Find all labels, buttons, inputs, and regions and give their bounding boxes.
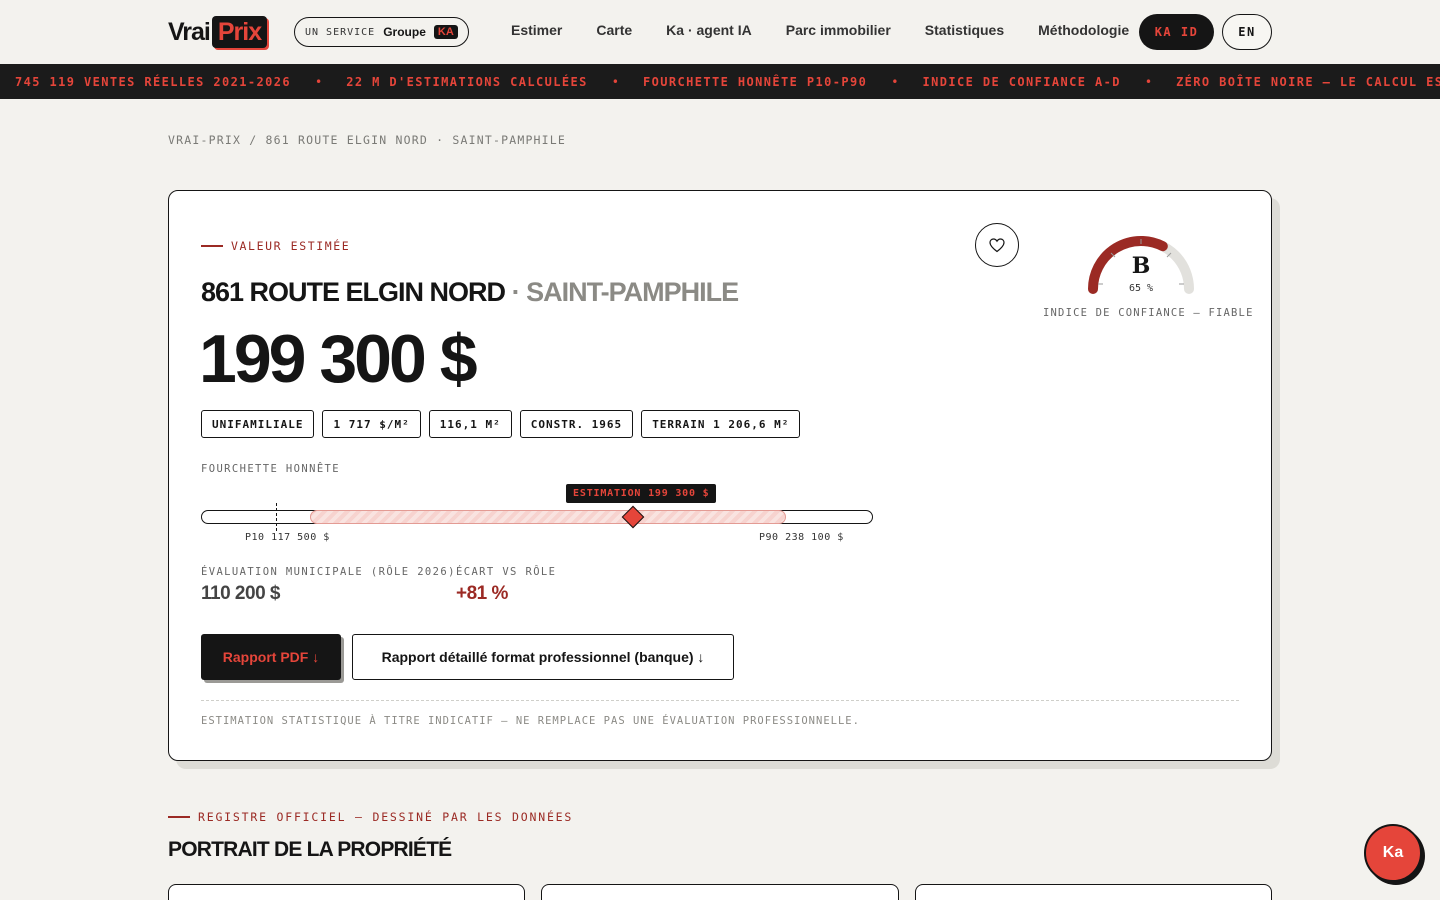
ticker-separator: •: [315, 74, 323, 89]
ticker-separator: •: [611, 74, 619, 89]
ticker-item: FOURCHETTE HONNÊTE P10-P90: [642, 74, 868, 89]
logo-prix: Prix: [211, 16, 268, 48]
ticker-item: 22 M D'ESTIMATIONS CALCULÉES: [346, 74, 588, 89]
eyebrow-line: [201, 245, 223, 247]
estimate-tag: ESTIMATION 199 300 $: [566, 484, 717, 503]
range-label: FOURCHETTE HONNÊTE: [201, 463, 340, 475]
ka-id-button[interactable]: KA ID: [1139, 14, 1214, 50]
range-p10-tick: [275, 503, 277, 531]
property-address: 861 ROUTE ELGIN NORD · SAINT-PAMPHILE: [201, 277, 739, 308]
main-nav: Estimer Carte Ka · agent IA Parc immobil…: [511, 22, 1129, 38]
estimate-card: VALEUR ESTIMÉE 861 ROUTE ELGIN NORD · SA…: [168, 190, 1272, 761]
section-eyebrow-text: REGISTRE OFFICIEL — DESSINÉ PAR LES DONN…: [198, 810, 574, 824]
ticker-banner: 745 119 VENTES RÉELLES 2021-2026 • 22 M …: [0, 64, 1440, 99]
chip-area: 116,1 M²: [428, 410, 512, 438]
municipal-value: 110 200 $: [201, 583, 280, 604]
portrait-card: [915, 884, 1272, 900]
site-header: Vrai Prix UN SERVICE Groupe KA Estimer C…: [0, 0, 1440, 64]
favorite-button[interactable]: [975, 223, 1019, 267]
confidence-grade: B: [1131, 253, 1151, 279]
logo-vrai: Vrai: [168, 17, 211, 46]
range-p10-p90-fill: [309, 510, 787, 524]
municipal-evaluation: ÉVALUATION MUNICIPALE (RÔLE 2026) 110 20…: [201, 566, 456, 605]
estimated-price: 199 300 $: [199, 321, 478, 397]
language-button[interactable]: EN: [1222, 14, 1272, 50]
service-label: UN SERVICE: [305, 26, 376, 38]
confidence-gauge: B 65 %: [1081, 227, 1201, 297]
ticker-separator: •: [891, 74, 899, 89]
heart-icon: [989, 237, 1005, 252]
nav-carte[interactable]: Carte: [596, 22, 632, 38]
portrait-card: [168, 884, 525, 900]
chip-price-per-m2: 1 717 $/M²: [322, 410, 421, 438]
property-chips: UNIFAMILIALE 1 717 $/M² 116,1 M² CONSTR.…: [201, 410, 801, 438]
estimate-eyebrow: VALEUR ESTIMÉE: [201, 239, 350, 253]
gap-label: ÉCART VS RÔLE: [456, 566, 557, 578]
chip-type: UNIFAMILIALE: [201, 410, 315, 438]
municipal-label: ÉVALUATION MUNICIPALE (RÔLE 2026): [201, 566, 456, 578]
gap-value: +81 %: [456, 583, 508, 604]
pdf-report-button[interactable]: Rapport PDF ↓: [201, 634, 341, 680]
price-range-bar: ESTIMATION 199 300 $ P10 117 500 $ P90 2…: [201, 481, 873, 543]
chip-built-year: CONSTR. 1965: [519, 410, 634, 438]
eyebrow-line: [168, 816, 190, 818]
eyebrow-text: VALEUR ESTIMÉE: [231, 239, 351, 253]
portrait-card: [541, 884, 899, 900]
ka-chat-button[interactable]: Ka: [1364, 824, 1422, 882]
address-street: 861 ROUTE ELGIN NORD: [201, 277, 506, 307]
professional-report-button[interactable]: Rapport détaillé format professionnel (b…: [352, 634, 734, 680]
ticker-item: INDICE DE CONFIANCE A-D: [922, 74, 1121, 89]
breadcrumb[interactable]: VRAI-PRIX / 861 ROUTE ELGIN NORD · SAINT…: [168, 133, 566, 147]
disclaimer: ESTIMATION STATISTIQUE À TITRE INDICATIF…: [201, 715, 860, 727]
nav-statistiques[interactable]: Statistiques: [925, 22, 1004, 38]
gap-vs-roll: ÉCART VS RÔLE +81 %: [456, 566, 556, 605]
ticker-item: 745 119 VENTES RÉELLES 2021-2026: [15, 74, 291, 89]
nav-parc-immobilier[interactable]: Parc immobilier: [786, 22, 891, 38]
confidence-percent: 65 %: [1128, 283, 1154, 294]
section-eyebrow: REGISTRE OFFICIEL — DESSINÉ PAR LES DONN…: [168, 810, 573, 824]
logo[interactable]: Vrai Prix: [168, 15, 268, 49]
nav-estimer[interactable]: Estimer: [511, 22, 562, 38]
address-city: · SAINT-PAMPHILE: [511, 277, 739, 307]
confidence-caption: INDICE DE CONFIANCE — FIABLE: [1043, 307, 1254, 319]
p90-label: P90 238 100 $: [759, 532, 844, 543]
service-groupe: Groupe: [383, 25, 426, 39]
p10-label: P10 117 500 $: [245, 532, 330, 543]
nav-methodologie[interactable]: Méthodologie: [1038, 22, 1129, 38]
service-badge[interactable]: UN SERVICE Groupe KA: [294, 17, 469, 47]
section-title: PORTRAIT DE LA PROPRIÉTÉ: [168, 838, 452, 861]
card-divider: [201, 700, 1239, 701]
nav-ka-agent[interactable]: Ka · agent IA: [666, 22, 752, 38]
ticker-separator: •: [1144, 74, 1153, 89]
service-ka-logo: KA: [433, 25, 458, 39]
chip-lot-size: TERRAIN 1 206,6 M²: [641, 410, 801, 438]
ticker-item: ZÉRO BOÎTE NOIRE — LE CALCUL EST MONTRÉ: [1176, 74, 1440, 89]
